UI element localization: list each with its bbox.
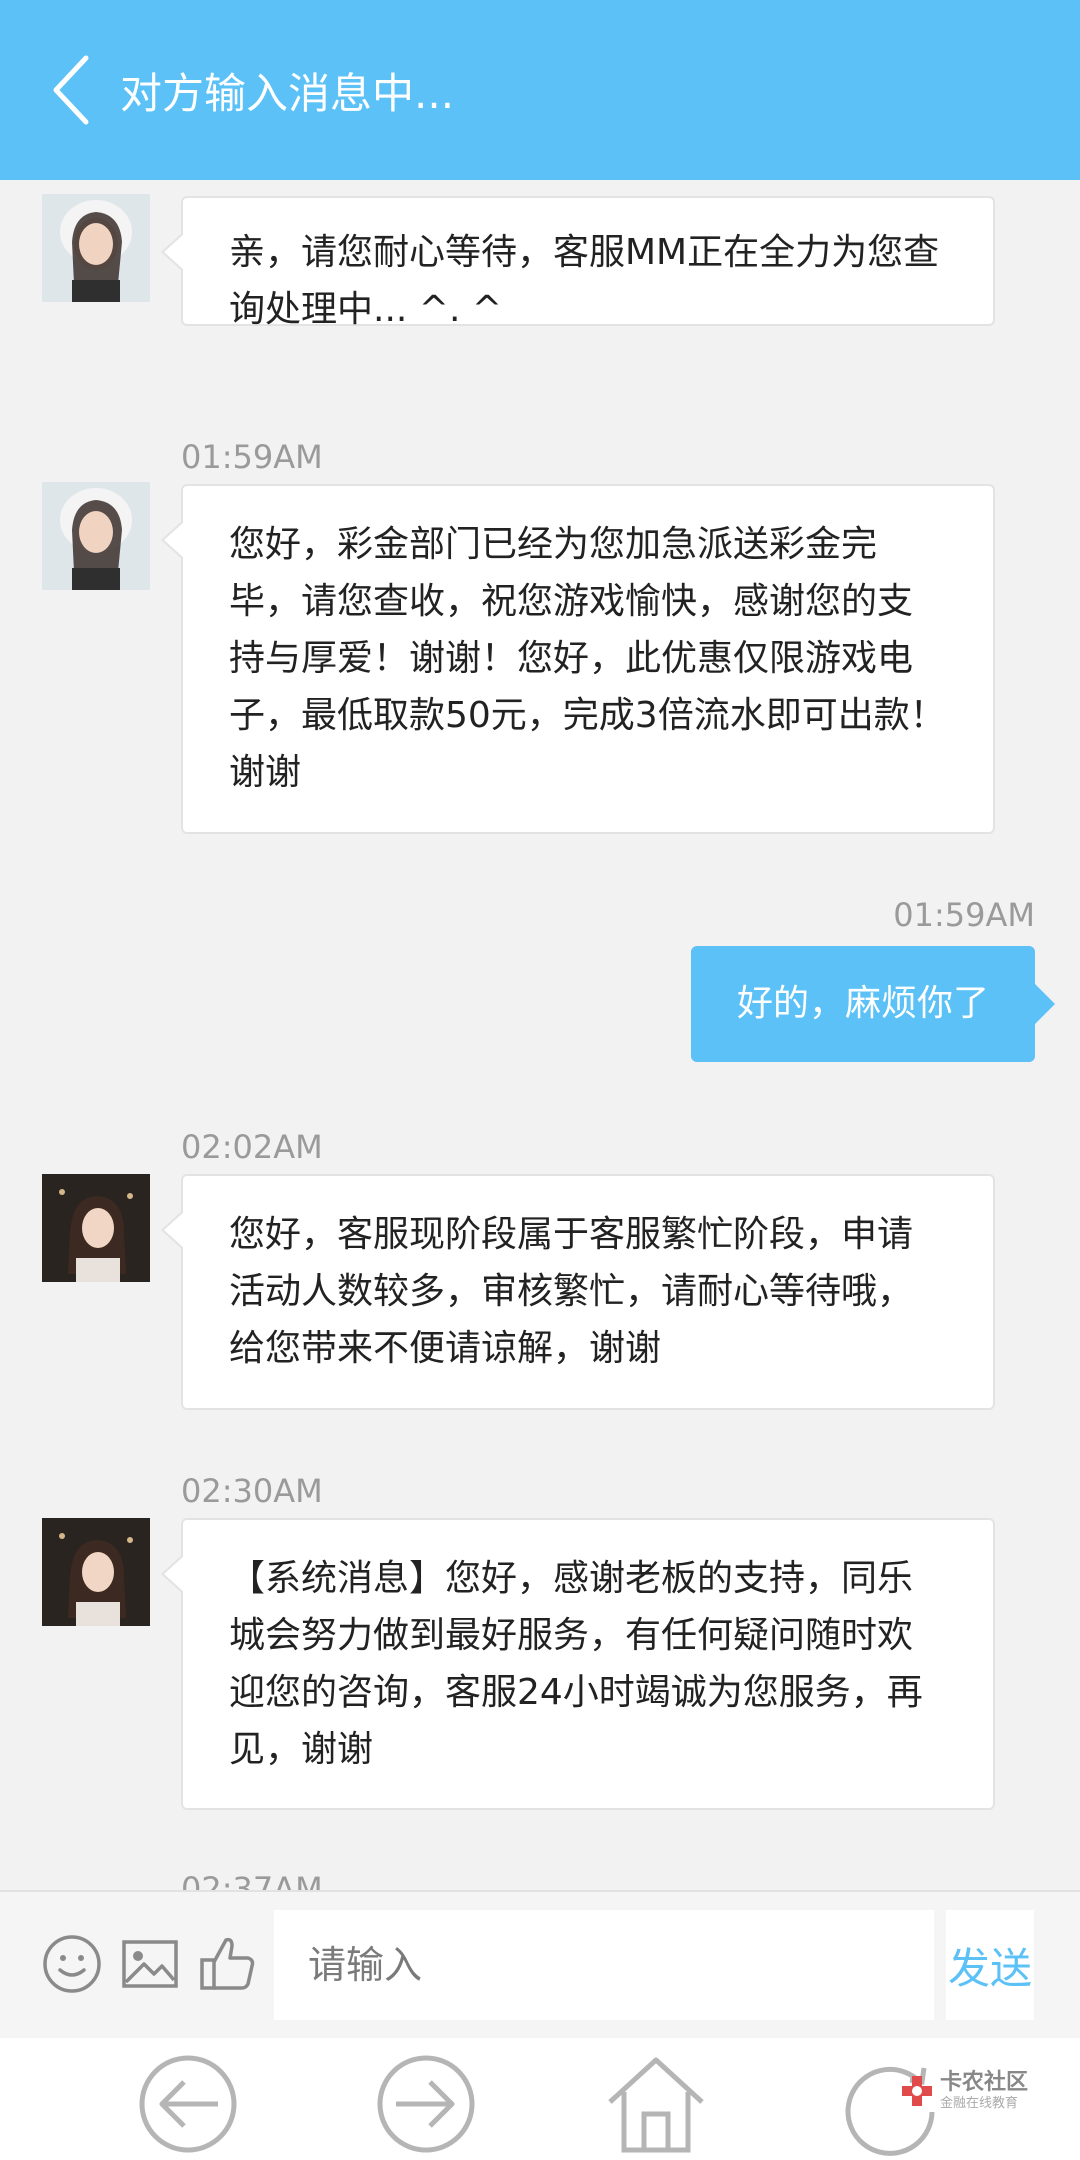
message-input[interactable] xyxy=(274,1910,934,2020)
watermark: 卡农社区 金融在线教育 xyxy=(900,2070,1028,2112)
message-bubble-incoming: 【系统消息】您好，感谢老板的支持，同乐城会努力做到最好服务，有任何疑问随时欢迎您… xyxy=(161,1518,995,1810)
watermark-title: 卡农社区 xyxy=(940,2070,1029,2095)
message-text: 您好，彩金部门已经为您加急派送彩金完毕，请您查收，祝您游戏愉快，感谢您的支持与厚… xyxy=(229,524,946,793)
watermark-subtitle: 金融在线教育 xyxy=(940,2096,1019,2111)
watermark-logo-icon xyxy=(902,2076,932,2106)
agent-avatar[interactable] xyxy=(42,194,150,302)
agent-avatar[interactable] xyxy=(42,1518,150,1626)
send-button[interactable]: 发送 xyxy=(946,1910,1034,2020)
message-timestamp: 01:59AM xyxy=(893,896,1035,934)
message-bubble-incoming: 您好，彩金部门已经为您加急派送彩金完毕，请您查收，祝您游戏愉快，感谢您的支持与厚… xyxy=(161,484,995,834)
message-timestamp: 02:02AM xyxy=(181,1128,323,1166)
nav-home-icon[interactable] xyxy=(604,2052,708,2156)
agent-avatar[interactable] xyxy=(42,1174,150,1282)
message-bubble-outgoing: 好的，麻烦你了 xyxy=(690,946,1056,1062)
chat-header: 对方输入消息中... xyxy=(0,0,1080,180)
message-text: 亲，请您耐心等待，客服MM正在全力为您查询处理中... ^. ^ xyxy=(229,232,940,330)
back-icon xyxy=(53,55,89,125)
back-button[interactable] xyxy=(20,0,120,180)
message-list[interactable]: 亲，请您耐心等待，客服MM正在全力为您查询处理中... ^. ^ 01:59AM… xyxy=(0,180,1080,1890)
image-icon[interactable] xyxy=(118,1932,182,1996)
message-timestamp: 02:37AM xyxy=(181,1870,323,1890)
emoji-icon[interactable] xyxy=(40,1932,104,1996)
message-bubble-incoming: 亲，请您耐心等待，客服MM正在全力为您查询处理中... ^. ^ xyxy=(161,196,995,330)
nav-forward-icon[interactable] xyxy=(374,2052,478,2156)
message-text: 【系统消息】您好，感谢老板的支持，同乐城会努力做到最好服务，有任何疑问随时欢迎您… xyxy=(229,1558,923,1770)
agent-avatar[interactable] xyxy=(42,482,150,590)
message-input-bar: 发送 xyxy=(0,1890,1080,2038)
nav-back-icon[interactable] xyxy=(136,2052,240,2156)
message-text: 好的，麻烦你了 xyxy=(736,983,989,1024)
chat-title: 对方输入消息中... xyxy=(120,68,455,118)
thumbs-up-icon[interactable] xyxy=(196,1932,260,1996)
message-bubble-incoming: 您好，客服现阶段属于客服繁忙阶段，申请活动人数较多，审核繁忙，请耐心等待哦，给您… xyxy=(161,1174,995,1410)
message-timestamp: 01:59AM xyxy=(181,438,323,476)
message-timestamp: 02:30AM xyxy=(181,1472,323,1510)
message-text: 您好，客服现阶段属于客服繁忙阶段，申请活动人数较多，审核繁忙，请耐心等待哦，给您… xyxy=(229,1214,914,1369)
